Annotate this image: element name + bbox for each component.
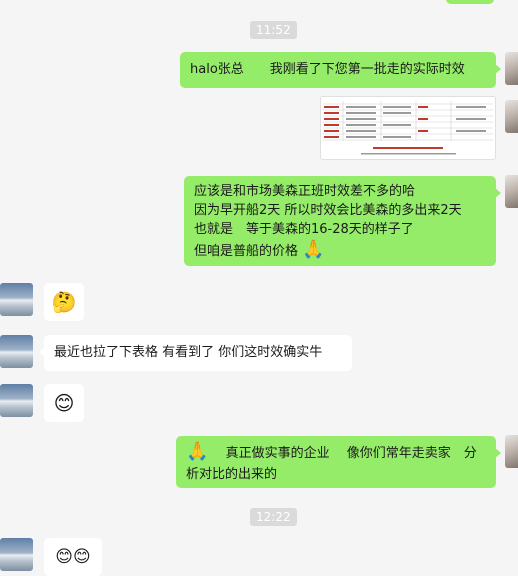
self-avatar[interactable] (505, 175, 518, 208)
contact-avatar[interactable] (0, 384, 33, 417)
bubble-tail (495, 64, 501, 74)
message-line: 但咱是普船的价格 (194, 244, 299, 259)
sticker-thinking[interactable]: 🤔 (44, 283, 84, 321)
timestamp: 12:22 (250, 508, 297, 526)
previous-message-bubble[interactable] (446, 0, 494, 4)
self-avatar[interactable] (505, 100, 518, 133)
contact-avatar[interactable] (0, 538, 33, 571)
self-message-bubble[interactable]: halo张总 我刚看了下您第一批走的实际时效 (180, 52, 501, 88)
sticker-double-smile[interactable]: 😊😊 (44, 538, 102, 576)
spreadsheet-image (321, 97, 495, 159)
self-avatar[interactable] (505, 52, 518, 85)
contact-avatar[interactable] (0, 283, 33, 316)
bubble-tail (495, 448, 501, 458)
message-line: 也就是 等于美森的16-28天的样子了 (194, 222, 414, 237)
message-line: 因为早开船2天 所以时效会比美森的多出来2天 (194, 203, 462, 218)
contact-avatar[interactable] (0, 335, 33, 368)
message-text: 最近也拉了下表格 有看到了 你们这时效确实牛 (54, 345, 323, 360)
message-text: halo张总 我刚看了下您第一批走的实际时效 (190, 62, 465, 77)
bubble-tail (495, 188, 501, 198)
timestamp: 11:52 (250, 21, 297, 39)
bubble-tail (39, 347, 45, 357)
self-avatar[interactable] (505, 435, 518, 468)
self-message-bubble[interactable]: 🙏 真正做实事的企业 像你们常年走卖家 分 析对比的出来的 (176, 436, 501, 488)
sticker-smile[interactable]: 😊 (44, 384, 84, 422)
contact-message-bubble[interactable]: 最近也拉了下表格 有看到了 你们这时效确实牛 (39, 335, 352, 371)
message-line: 析对比的出来的 (186, 467, 278, 482)
message-line: 应该是和市场美森正班时效差不多的哈 (194, 184, 416, 199)
image-message-thumbnail[interactable] (320, 96, 496, 160)
pray-emoji: 🙏 (302, 239, 325, 260)
message-line: 真正做实事的企业 像你们常年走卖家 分 (212, 446, 477, 461)
pray-emoji: 🙏 (186, 441, 209, 462)
self-message-bubble[interactable]: 应该是和市场美森正班时效差不多的哈 因为早开船2天 所以时效会比美森的多出来2天… (184, 176, 501, 266)
